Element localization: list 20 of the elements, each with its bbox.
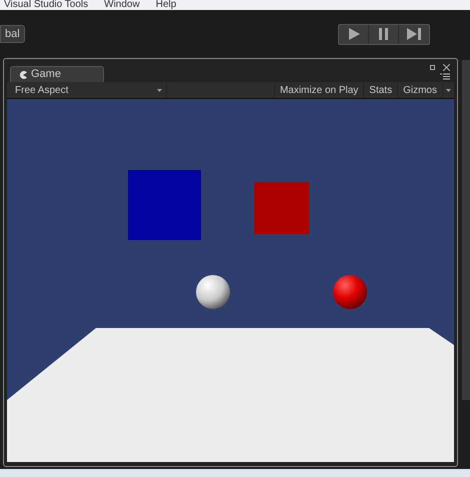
play-icon [348,28,360,40]
scrollbar[interactable] [462,60,470,400]
menu-item[interactable]: Visual Studio Tools [4,0,88,10]
menu-item[interactable]: Help [156,0,176,10]
cube [254,182,309,234]
game-tab[interactable]: Game [10,66,104,82]
pacman-icon [19,70,27,78]
gizmos-dropdown[interactable] [442,82,454,98]
caret-icon [446,88,451,92]
pause-icon [379,28,388,40]
sphere [333,275,367,309]
pivot-button[interactable]: bal [0,25,25,43]
menu-item[interactable]: Window [104,0,140,10]
menu-icon[interactable] [440,73,450,80]
aspect-dropdown[interactable]: Free Aspect [7,82,167,98]
maximize-icon[interactable] [430,65,435,70]
step-icon [407,28,421,40]
close-icon[interactable] [443,64,450,71]
sphere [196,275,230,309]
caret-icon [157,88,162,92]
